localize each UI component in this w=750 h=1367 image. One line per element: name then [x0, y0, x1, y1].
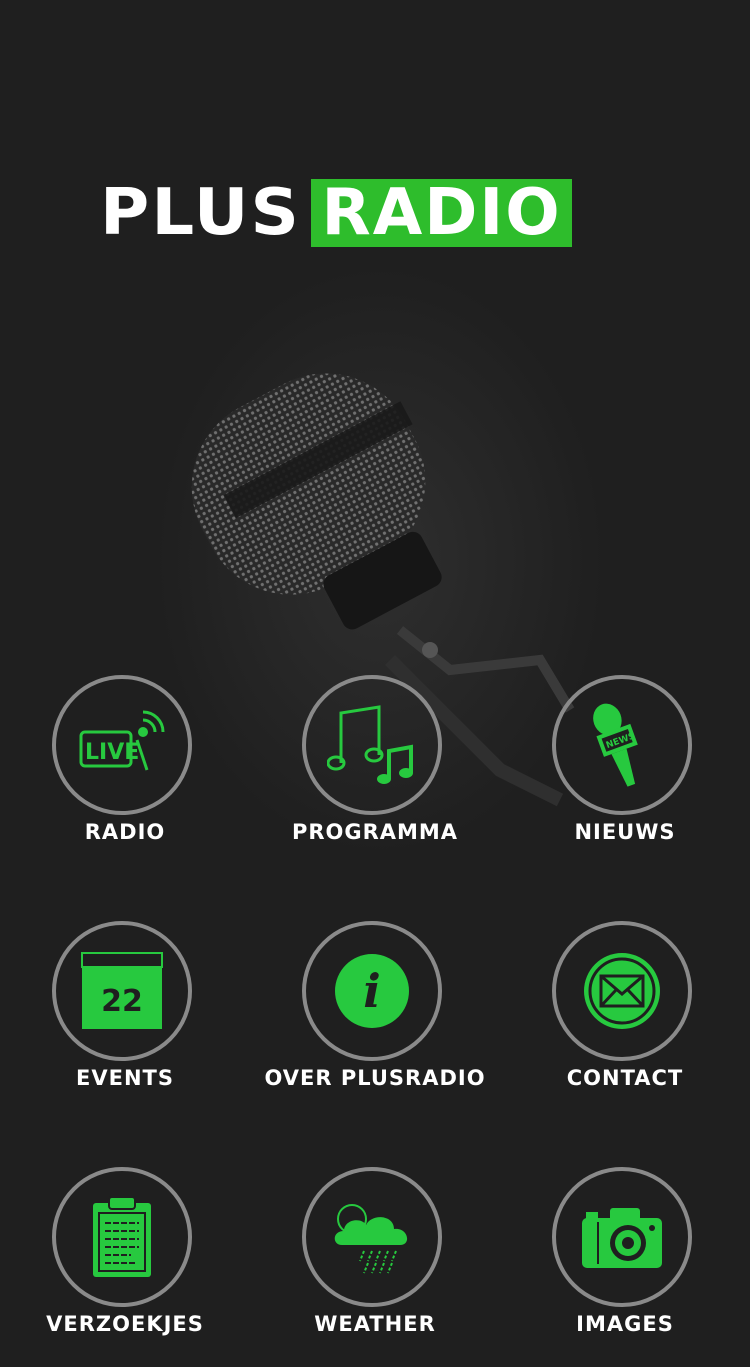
menu-label: RADIO [84, 820, 166, 844]
menu-item-nieuws[interactable]: NEWS NIEUWS [500, 675, 750, 875]
calendar-icon: 22 [81, 952, 163, 1029]
logo: PLUS RADIO [100, 179, 572, 247]
live-broadcast-icon: LIVE [79, 710, 165, 771]
camera-icon [582, 1208, 662, 1268]
menu-item-programma[interactable]: PROGRAMMA [250, 675, 500, 875]
news-microphone-icon: NEWS [593, 703, 638, 787]
info-icon: i [335, 954, 409, 1028]
logo-word-radio: RADIO [311, 179, 572, 247]
menu-label: WEATHER [314, 1312, 436, 1336]
menu-item-weather[interactable]: WEATHER [250, 1167, 500, 1367]
menu-label: CONTACT [566, 1066, 684, 1090]
music-notes-icon [327, 705, 413, 784]
menu-item-radio[interactable]: LIVE RADIO [0, 675, 250, 875]
menu-label: OVER PLUSRADIO [264, 1066, 486, 1090]
svg-text:i: i [363, 964, 380, 1018]
logo-word-plus: PLUS [100, 176, 302, 250]
menu-item-events[interactable]: 22 EVENTS [0, 921, 250, 1121]
menu-label: IMAGES [576, 1312, 674, 1336]
menu-item-verzoekjes[interactable]: VERZOEKJES [0, 1167, 250, 1367]
menu-item-contact[interactable]: CONTACT [500, 921, 750, 1121]
menu-label: VERZOEKJES [46, 1312, 204, 1336]
menu-item-over-plusradio[interactable]: i OVER PLUSRADIO [250, 921, 500, 1121]
weather-icon [334, 1204, 408, 1274]
menu-label: EVENTS [76, 1066, 174, 1090]
clipboard-icon [93, 1196, 151, 1277]
svg-text:LIVE: LIVE [85, 740, 139, 765]
svg-text:22: 22 [101, 984, 143, 1019]
mail-icon [584, 953, 660, 1029]
menu-item-images[interactable]: IMAGES [500, 1167, 750, 1367]
menu-label: NIEUWS [574, 820, 676, 844]
menu-label: PROGRAMMA [291, 820, 459, 844]
